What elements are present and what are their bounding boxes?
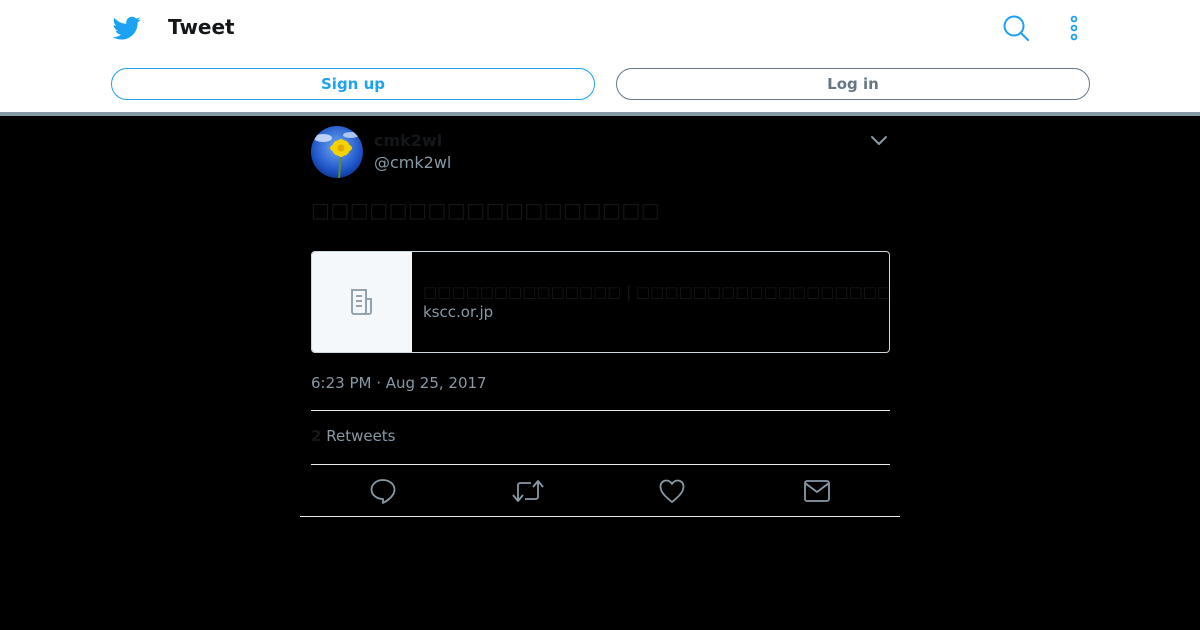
retweet-icon[interactable]	[512, 477, 544, 505]
tweet-timestamp[interactable]: 6:23 PM · Aug 25, 2017	[311, 374, 487, 392]
article-icon	[351, 289, 372, 315]
retweet-count: 2	[311, 427, 322, 445]
retweets-label: Retweets	[326, 427, 396, 445]
search-icon[interactable]	[1002, 14, 1030, 42]
reply-icon[interactable]	[369, 477, 397, 505]
chevron-down-icon[interactable]	[868, 132, 890, 148]
author-handle[interactable]: @cmk2wl	[374, 153, 451, 172]
card-domain: kscc.or.jp	[423, 303, 494, 321]
retweet-stats[interactable]: 2 Retweets	[311, 427, 396, 445]
page-title: Tweet	[168, 15, 235, 39]
sign-up-button[interactable]: Sign up	[111, 68, 595, 100]
header-divider	[0, 112, 1200, 116]
avatar[interactable]	[311, 126, 363, 178]
divider	[300, 516, 900, 517]
divider	[311, 464, 890, 465]
card-thumbnail	[312, 252, 412, 352]
card-title: □□□□□□□□□□□□□□ | □□□□□□□□□□□□□□□□□□□□□□□	[423, 283, 890, 301]
divider	[311, 410, 890, 411]
direct-message-icon[interactable]	[803, 477, 831, 505]
avatar-dandelion-image	[311, 126, 363, 178]
more-options-icon[interactable]	[1064, 14, 1084, 42]
tweet-text: □□□□□□□□□□□□□□□□□□	[311, 198, 661, 222]
author-display-name[interactable]: cmk2wl	[374, 131, 442, 150]
twitter-bird-icon[interactable]	[112, 14, 142, 42]
top-bar: Tweet Sign up Log in	[0, 0, 1200, 112]
like-icon[interactable]	[658, 477, 686, 505]
log-in-button[interactable]: Log in	[616, 68, 1090, 100]
link-card[interactable]: □□□□□□□□□□□□□□ | □□□□□□□□□□□□□□□□□□□□□□□…	[311, 251, 890, 353]
